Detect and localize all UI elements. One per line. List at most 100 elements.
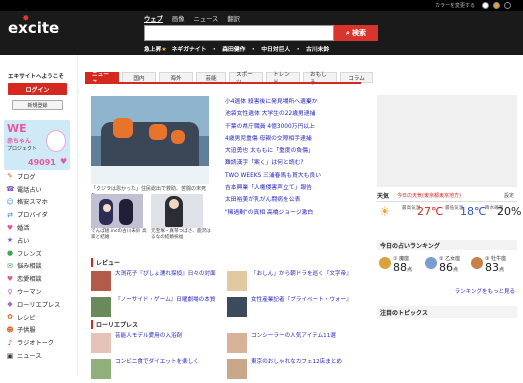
review-thumbnail <box>91 271 111 291</box>
review-item[interactable]: 大渕花子『ぴしょ濡れ探偵』日々の対面 <box>91 271 221 295</box>
tab-translate[interactable]: 翻訳 <box>227 14 240 23</box>
color-swatch-gold[interactable] <box>493 2 500 9</box>
radio-icon: ♪ <box>7 338 13 347</box>
sub-photo-caption[interactable]: 元宝塚・真琴つばさ、鹿沢はるなの結婚祝福 <box>151 229 211 241</box>
mail-icon: ✉ <box>7 261 13 270</box>
heart-icon: ♥ <box>6 274 14 283</box>
sidebar-item-radio[interactable]: ♪ ラジオトーク <box>6 336 74 349</box>
trending-bar: 急上昇★ ネギガナイト ・ 森田健作 ・ 中日対巨人 ・ 古川未鈴 <box>144 44 329 53</box>
tab-web[interactable]: ウェブ <box>144 14 163 23</box>
site-logo[interactable]: excite <box>8 19 59 37</box>
headline-item[interactable]: 吉本興業「人権侵害声立て」報告 <box>225 182 365 194</box>
review-item[interactable]: 女性産業記者『プライベート・ウォー』 <box>227 297 357 321</box>
tab-images[interactable]: 画像 <box>172 14 185 23</box>
laurier-thumbnail <box>227 359 247 379</box>
main-news-photo[interactable] <box>91 96 209 184</box>
banner-line2: 赤ちゃん <box>7 138 32 145</box>
trending-label: 急上昇★ <box>144 47 167 53</box>
search-icon: ⌕ <box>346 28 350 37</box>
weather-settings-link[interactable]: 設定 <box>504 192 514 199</box>
we-baby-banner[interactable]: WE 赤ちゃん プロジェクト 49091 ♥ <box>4 120 70 170</box>
sub-news-photo[interactable] <box>151 194 203 228</box>
review-item[interactable]: 『ノーサイド・ゲーム』日曜劇場の本質 <box>91 297 221 321</box>
fortune-item[interactable]: ③ 牡牛座 83点 <box>471 254 516 280</box>
trend-item[interactable]: 森田健作 <box>222 44 245 53</box>
laurier-item[interactable]: コンシーラーの人気アイテム11選 <box>227 333 357 357</box>
trend-separator: ・ <box>211 47 218 53</box>
search-button[interactable]: ⌕ 検索 <box>334 25 378 41</box>
headline-item[interactable]: 池袋女性遺体 大学生の22歳男逮捕 <box>225 108 365 120</box>
laurier-item[interactable]: コンビニ食でダイエットを楽しく <box>91 359 221 383</box>
rain-chance-value: 20% <box>497 205 522 218</box>
login-button[interactable]: ログイン <box>8 83 67 95</box>
sun-icon: ☀ <box>379 205 391 220</box>
trend-item[interactable]: 中日対巨人 <box>261 44 290 53</box>
topics-heading: 注目のトピックス <box>377 306 517 318</box>
color-change-label: カラーを変更する <box>434 3 475 9</box>
sidebar-item-recipe[interactable]: ✿ レシピ <box>6 311 74 324</box>
heart-icon: ♥ <box>60 157 68 166</box>
sidebar-item-konkatsu[interactable]: ♥ 婚活 <box>6 221 74 234</box>
weather-widget: 天気 今日の天気(東京都東京地方) 設定 ☀ 最高気温 27℃ 最低気温 18℃… <box>377 191 521 236</box>
zodiac-icon <box>379 257 391 269</box>
headline-item[interactable]: TWO WEEKS 三浦春馬も貫大も良い <box>225 170 365 182</box>
site-header: ✸ excite ウェブ 画像 ニュース 翻訳 ⌕ 検索 急上昇★ ネギガナイト… <box>0 11 523 55</box>
sidebar-item-woman[interactable]: ♀ ウーマン <box>6 285 74 298</box>
review-section: レビュー 大渕花子『ぴしょ濡れ探偵』日々の対面 「おしん」から朝ドラを巡く『文字… <box>91 258 361 379</box>
sidebar-item-kids-clothes[interactable]: ☻ 子供服 <box>6 324 74 337</box>
laurier-thumbnail <box>91 333 111 353</box>
service-list: ✎ ブログ ☎ 電話占い ☺ 格安スマホ ⇄ プロバイダ ♥ 婚活 ★ 占い ● フレンズ ✉… <box>6 170 74 362</box>
review-thumbnail <box>91 297 111 317</box>
sub-photo-caption[interactable]: でんぱ組.incの古川未鈴 高家と結婚 <box>91 229 151 241</box>
star-icon: ★ <box>6 236 14 245</box>
sidebar-item-news[interactable]: ▣ ニュース <box>6 349 74 362</box>
sidebar-item-worries[interactable]: ✉ 悩み相談 <box>6 260 74 273</box>
sidebar-item-love[interactable]: ♥ 恋愛相談 <box>6 272 74 285</box>
diamond-icon: ◆ <box>7 300 13 309</box>
headline-item[interactable]: 難読漢字「案く」は何と読む? <box>225 157 365 169</box>
review-item[interactable]: 「おしん」から朝ドラを巡く『文字帝』 <box>227 271 357 295</box>
tab-underline <box>85 82 361 84</box>
laurier-heading: ローリエプレス <box>91 320 361 329</box>
color-swatch-white[interactable] <box>482 2 489 9</box>
signup-button[interactable]: 新規登録 <box>12 100 63 110</box>
news-icon: ▣ <box>6 351 14 360</box>
banner-we: WE <box>7 122 27 135</box>
sidebar-item-sim[interactable]: ☺ 格安スマホ <box>6 196 74 209</box>
weather-location[interactable]: 今日の天気(東京都東京地方) <box>397 192 461 199</box>
fortune-item[interactable]: ② 乙女座 86点 <box>425 254 470 280</box>
trend-item[interactable]: 古川未鈴 <box>306 44 329 53</box>
smartphone-icon: ☺ <box>6 197 14 206</box>
sidebar-item-phone-fortune[interactable]: ☎ 電話占い <box>6 183 74 196</box>
fortune-item[interactable]: ① 魔座 88点 <box>379 254 424 280</box>
laurier-item[interactable]: 芸能人モデル愛用の入浴剤 <box>91 333 221 357</box>
fortune-more-link[interactable]: ランキングをもっと見る <box>455 287 515 295</box>
sidebar-item-friends[interactable]: ● フレンズ <box>6 247 74 260</box>
top-bar: カラーを変更する <box>0 0 523 11</box>
headline-item[interactable]: 大迫勇也 太ももに「重度の負傷」 <box>225 145 365 157</box>
search-input[interactable] <box>144 25 334 41</box>
sidebar-item-laurier[interactable]: ◆ ローリエプレス <box>6 298 74 311</box>
ad-space <box>377 95 517 187</box>
tab-news[interactable]: ニュース <box>193 14 218 23</box>
headline-item[interactable]: 千葉の県庁職員 4億3000万円以上 <box>225 121 365 133</box>
review-thumbnail <box>227 297 247 317</box>
laurier-item[interactable]: 東京のおしゃれなカフェ12店まとめ <box>227 359 357 383</box>
headline-item[interactable]: 小4遺体 殺害後に発見場所へ遺棄か <box>225 96 365 108</box>
headline-item[interactable]: 4歳男児重傷 母親の交際相手逮捕 <box>225 133 365 145</box>
provider-icon: ⇄ <box>7 210 13 219</box>
min-temp-value: 18℃ <box>460 205 487 218</box>
sidebar-item-provider[interactable]: ⇄ プロバイダ <box>6 208 74 221</box>
sidebar-item-fortune[interactable]: ★ 占い <box>6 234 74 247</box>
sidebar-item-blog[interactable]: ✎ ブログ <box>6 170 74 183</box>
trend-separator: ・ <box>250 47 257 53</box>
trend-item[interactable]: ネギガナイト <box>172 44 207 53</box>
color-swatch-black[interactable] <box>504 2 511 9</box>
laurier-thumbnail <box>91 359 111 379</box>
headline-item[interactable]: 太田裕美が乳がん闘病を公表 <box>225 194 365 206</box>
search-tabs: ウェブ 画像 ニュース 翻訳 <box>144 14 240 23</box>
sub-news-photo[interactable] <box>91 194 143 228</box>
headline-item[interactable]: "稀過剰"の真相 高橋ジョージ激白 <box>225 207 365 219</box>
weather-title: 天気 <box>377 193 390 200</box>
baby-character-icon <box>46 130 66 152</box>
